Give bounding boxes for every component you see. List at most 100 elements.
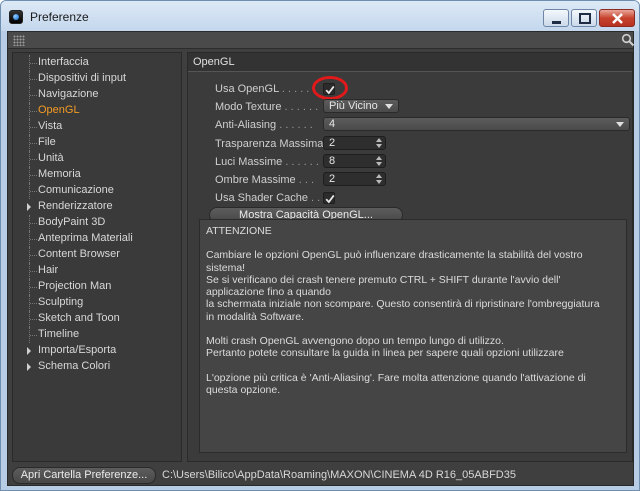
tree-connector: [29, 71, 37, 87]
modo-texture-label-text: Modo Texture: [215, 101, 282, 113]
sidebar-item-anteprima-materiali[interactable]: Anteprima Materiali: [13, 231, 181, 247]
anti-aliasing-dropdown[interactable]: 4: [323, 117, 630, 131]
sidebar-item-label: Comunicazione: [38, 184, 114, 196]
luci-massime-value: 8: [329, 155, 336, 167]
sidebar-item-label: Dispositivi di input: [38, 72, 127, 84]
window-title: Preferenze: [30, 10, 89, 24]
label-leader-dots: . . .: [298, 174, 315, 186]
sidebar-item-label: File: [38, 136, 56, 148]
sidebar-item-label: Importa/Esporta: [38, 344, 117, 356]
sidebar-item-label: Content Browser: [38, 248, 120, 260]
usa-shader-cache-label: Usa Shader Cache . . .: [215, 192, 326, 204]
sidebar-item-file[interactable]: File: [13, 135, 181, 151]
opengl-settings-panel: OpenGL Usa OpenGL . . . . . Modo Texture…: [187, 52, 633, 462]
luci-massime-label-text: Luci Massime: [215, 156, 283, 168]
sidebar-item-content-browser[interactable]: Content Browser: [13, 247, 181, 263]
sidebar-item-schema-colori[interactable]: Schema Colori: [13, 359, 181, 375]
trasparenza-massima-label: Trasparenza Massima: [215, 138, 323, 150]
cinema4d-app-icon: [9, 10, 23, 24]
sidebar-item-label: OpenGL: [38, 104, 80, 116]
sidebar-item-hair[interactable]: Hair: [13, 263, 181, 279]
tree-connector: [29, 215, 37, 231]
luci-massime-stepper[interactable]: 8: [323, 154, 386, 168]
warning-paragraph-1: Cambiare le opzioni OpenGL può influenza…: [206, 249, 600, 323]
annotation-highlight-circle: [312, 76, 348, 100]
sidebar-item-importa-esporta[interactable]: Importa/Esporta: [13, 343, 181, 359]
sidebar-item-vista[interactable]: Vista: [13, 119, 181, 135]
usa-opengl-label: Usa OpenGL . . . . .: [215, 83, 309, 95]
preferences-window: Preferenze Interfaccia Dispositivi di in…: [0, 0, 640, 491]
label-leader-dots: . . . . . .: [285, 156, 319, 168]
tree-connector: [29, 311, 37, 327]
open-preferences-folder-button[interactable]: Apri Cartella Preferenze...: [12, 467, 156, 484]
sidebar-item-label: Hair: [38, 264, 59, 276]
modo-texture-dropdown[interactable]: Più Vicino: [323, 99, 399, 113]
sidebar-item-sketch-and-toon[interactable]: Sketch and Toon: [13, 311, 181, 327]
minimize-button[interactable]: [543, 9, 569, 27]
tree-connector: [29, 183, 37, 199]
sidebar-item-timeline[interactable]: Timeline: [13, 327, 181, 343]
anti-aliasing-label-text: Anti-Aliasing: [215, 119, 277, 131]
spin-up-icon[interactable]: [376, 138, 382, 142]
expand-arrow-icon[interactable]: [27, 203, 31, 211]
luci-massime-label: Luci Massime . . . . . .: [215, 156, 319, 168]
sidebar-item-bodypaint[interactable]: BodyPaint 3D: [13, 215, 181, 231]
toolbar-strip: [8, 32, 635, 49]
ombre-massime-label: Ombre Massime . . .: [215, 174, 314, 186]
tree-connector: [29, 103, 37, 119]
title-bar[interactable]: Preferenze: [1, 1, 639, 31]
spin-up-icon[interactable]: [376, 174, 382, 178]
tree-connector: [29, 279, 37, 295]
expand-arrow-icon[interactable]: [27, 363, 31, 371]
sidebar-item-label: Anteprima Materiali: [38, 232, 133, 244]
sidebar-item-renderizzatore[interactable]: Renderizzatore: [13, 199, 181, 215]
sidebar-item-comunicazione[interactable]: Comunicazione: [13, 183, 181, 199]
sidebar-item-label: Interfaccia: [38, 56, 89, 68]
trasparenza-massima-stepper[interactable]: 2: [323, 136, 386, 150]
minimize-icon: [552, 21, 561, 24]
trasparenza-massima-label-text: Trasparenza Massima: [215, 138, 324, 150]
sidebar-item-dispositivi[interactable]: Dispositivi di input: [13, 71, 181, 87]
tree-connector: [29, 151, 37, 167]
spin-down-icon[interactable]: [376, 180, 382, 184]
tree-connector: [29, 87, 37, 103]
sidebar-item-memoria[interactable]: Memoria: [13, 167, 181, 183]
maximize-button[interactable]: [571, 9, 597, 27]
panel-title: OpenGL: [193, 56, 235, 68]
preferences-client-area: Interfaccia Dispositivi di input Navigaz…: [7, 31, 635, 486]
ombre-massime-label-text: Ombre Massime: [215, 174, 296, 186]
modo-texture-value: Più Vicino: [329, 100, 378, 112]
tree-connector: [29, 119, 37, 135]
warning-paragraph-2: Molti crash OpenGL avvengono dopo un tem…: [206, 335, 564, 360]
label-leader-dots: . . . . . .: [279, 119, 313, 131]
modo-texture-label: Modo Texture . . . . . .: [215, 101, 318, 113]
close-button[interactable]: [599, 9, 635, 27]
caret-down-icon: [385, 104, 393, 109]
sidebar-item-opengl[interactable]: OpenGL: [13, 103, 181, 119]
search-icon[interactable]: [621, 33, 635, 47]
spin-down-icon[interactable]: [376, 162, 382, 166]
tree-connector: [29, 231, 37, 247]
sidebar-item-label: Memoria: [38, 168, 81, 180]
usa-shader-cache-label-text: Usa Shader Cache: [215, 192, 308, 204]
close-icon: [612, 13, 623, 24]
sidebar-item-label: Sculpting: [38, 296, 84, 308]
ombre-massime-stepper[interactable]: 2: [323, 172, 386, 186]
tree-connector: [29, 263, 37, 279]
sidebar-category-list: Interfaccia Dispositivi di input Navigaz…: [12, 52, 182, 462]
sidebar-item-navigazione[interactable]: Navigazione: [13, 87, 181, 103]
maximize-icon: [579, 13, 591, 24]
sidebar-item-projection-man[interactable]: Projection Man: [13, 279, 181, 295]
sidebar-item-sculpting[interactable]: Sculpting: [13, 295, 181, 311]
usa-shader-cache-checkbox[interactable]: [323, 192, 335, 204]
warning-paragraph-3: L'opzione più critica è 'Anti-Aliasing'.…: [206, 371, 586, 396]
spin-down-icon[interactable]: [376, 144, 382, 148]
grip-icon[interactable]: [13, 35, 25, 46]
preferences-folder-path: C:\Users\Bilico\AppData\Roaming\MAXON\CI…: [162, 469, 516, 481]
sidebar-item-label: Schema Colori: [38, 360, 111, 372]
sidebar-item-interfaccia[interactable]: Interfaccia: [13, 55, 181, 71]
sidebar-item-unita[interactable]: Unità: [13, 151, 181, 167]
expand-arrow-icon[interactable]: [27, 347, 31, 355]
spin-up-icon[interactable]: [376, 156, 382, 160]
warning-heading: ATTENZIONE: [206, 225, 272, 237]
